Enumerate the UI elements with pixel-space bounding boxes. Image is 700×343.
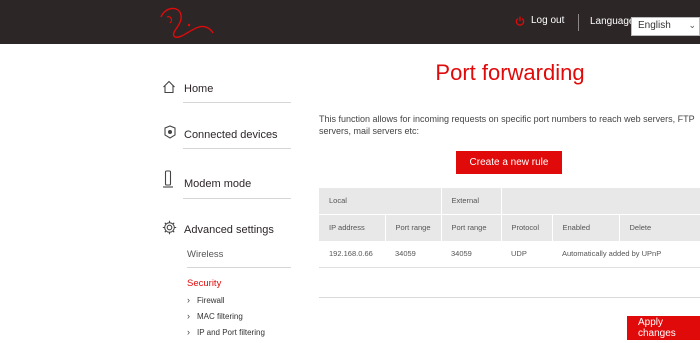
submenu-item-firewall[interactable]: › Firewall <box>187 295 225 305</box>
column-header: Protocol <box>501 213 553 241</box>
virgin-media-logo[interactable] <box>155 3 215 41</box>
table-group-header-row: Local External <box>319 188 700 214</box>
logout-label: Log out <box>531 15 565 26</box>
nav-divider <box>183 148 291 149</box>
chevron-down-icon: ⌄ <box>688 20 696 30</box>
cell-local-port-range: 34059 <box>385 241 441 268</box>
sidebar-item-connected-devices[interactable]: Connected devices <box>162 124 292 146</box>
submenu-item-wireless[interactable]: Wireless <box>187 249 223 260</box>
group-header-blank <box>501 188 700 214</box>
table-row[interactable]: 192.168.0.66 34059 34059 UDP Automatical… <box>319 241 700 268</box>
chevron-right-icon: › <box>187 327 190 337</box>
nav-divider <box>183 198 291 199</box>
cell-protocol: UDP <box>501 241 552 268</box>
column-header: Delete <box>619 213 700 241</box>
language-selected-value: English <box>638 20 671 31</box>
column-header: Port range <box>385 213 442 241</box>
submenu-item-security[interactable]: Security <box>187 278 221 289</box>
top-bar: Log out Language English ⌄ <box>0 0 700 44</box>
home-icon <box>163 80 175 94</box>
column-header: IP address <box>319 213 386 241</box>
content-divider <box>319 297 700 298</box>
group-header-external: External <box>441 188 502 214</box>
column-header: Enabled <box>552 213 620 241</box>
sidebar-item-label: Advanced settings <box>184 224 274 236</box>
submenu-item-mac-filtering[interactable]: › MAC filtering <box>187 311 243 321</box>
table-column-header-row: IP address Port range Port range Protoco… <box>319 213 700 241</box>
gear-icon <box>162 220 177 235</box>
cell-ip-address: 192.168.0.66 <box>319 241 385 268</box>
sidebar-item-home[interactable]: Home <box>162 80 292 102</box>
create-rule-button[interactable]: Create a new rule <box>456 151 562 174</box>
page-description: This function allows for incoming reques… <box>319 114 695 136</box>
submenu-item-label: Firewall <box>197 296 225 305</box>
sidebar-item-label: Modem mode <box>184 178 252 190</box>
language-select[interactable]: English ⌄ <box>631 17 700 36</box>
sidebar-item-modem-mode[interactable]: Modem mode <box>162 170 292 194</box>
modem-icon <box>163 170 173 188</box>
nav-divider <box>183 102 291 103</box>
nav-divider <box>187 267 291 268</box>
apply-changes-button[interactable]: Apply changes <box>627 316 700 340</box>
cell-enabled: Automatically added by UPnP <box>552 241 700 268</box>
submenu-item-ip-port-filtering[interactable]: › IP and Port filtering <box>187 327 265 337</box>
header-divider <box>578 14 579 31</box>
sidebar-item-advanced-settings[interactable]: Advanced settings <box>162 220 292 242</box>
language-label: Language <box>590 16 635 27</box>
cell-external-port-range: 34059 <box>441 241 501 268</box>
devices-icon <box>164 125 176 139</box>
page-title: Port forwarding <box>435 60 585 85</box>
chevron-right-icon: › <box>187 295 190 305</box>
logout-button[interactable]: Log out <box>515 15 564 26</box>
column-header: Port range <box>441 213 502 241</box>
submenu-item-label: IP and Port filtering <box>197 328 265 337</box>
sidebar-item-label: Connected devices <box>184 129 278 141</box>
group-header-local: Local <box>319 188 442 214</box>
chevron-right-icon: › <box>187 311 190 321</box>
power-icon <box>515 16 525 26</box>
sidebar-item-label: Home <box>184 83 214 95</box>
port-forwarding-table: Local External IP address Port range Por… <box>319 188 700 268</box>
submenu-item-label: MAC filtering <box>197 312 243 321</box>
